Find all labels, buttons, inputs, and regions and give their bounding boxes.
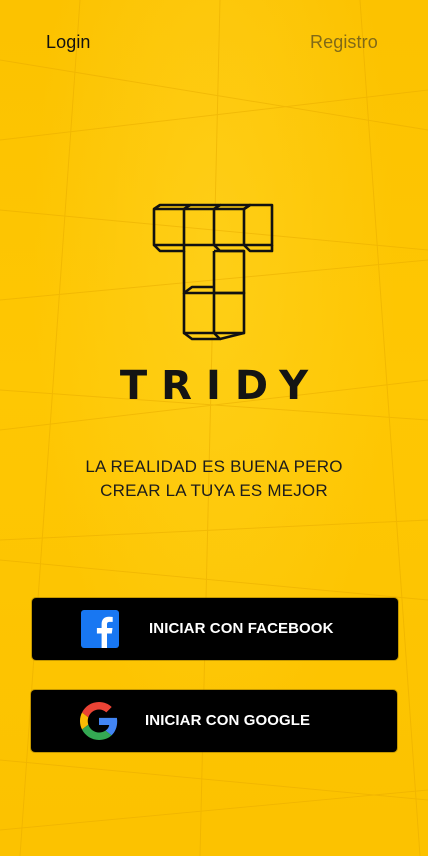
tridy-logo-icon: [152, 203, 274, 341]
tagline-line-2: CREAR LA TUYA ES MEJOR: [100, 481, 328, 500]
google-icon: [80, 702, 118, 740]
tab-login[interactable]: Login: [46, 31, 91, 53]
facebook-login-button[interactable]: INICIAR CON FACEBOOK: [32, 598, 398, 660]
google-login-button[interactable]: INICIAR CON GOOGLE: [31, 690, 397, 752]
tagline-line-1: LA REALIDAD ES BUENA PERO: [85, 457, 343, 476]
google-button-label: INICIAR CON GOOGLE: [145, 712, 311, 729]
tab-register[interactable]: Registro: [310, 31, 378, 53]
facebook-button-label: INICIAR CON FACEBOOK: [149, 620, 334, 637]
facebook-icon: [81, 610, 119, 648]
brand-name: TRIDY: [119, 363, 323, 409]
tagline: LA REALIDAD ES BUENA PERO CREAR LA TUYA …: [0, 455, 428, 503]
